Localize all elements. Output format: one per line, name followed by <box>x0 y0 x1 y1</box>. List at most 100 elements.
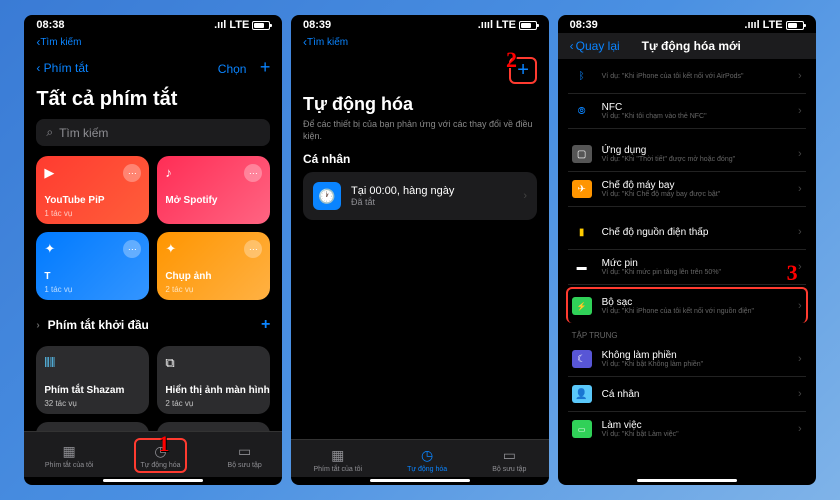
annotation-1: 1 <box>158 431 169 457</box>
page-title: Tự động hóa <box>303 94 537 115</box>
trigger-bluetooth[interactable]: ᛒ Ví dụ: "Khi iPhone của tôi kết nối với… <box>568 59 806 94</box>
status-right: .ıııl LTE <box>478 19 537 31</box>
tab-gallery[interactable]: ▭ Bộ sưu tập <box>492 446 526 473</box>
chevron-right-icon: › <box>523 190 527 202</box>
work-icon: ▭ <box>572 420 592 438</box>
tile-camera[interactable]: ✦ ⋯ Chụp ảnh 2 tác vụ <box>157 232 270 300</box>
chevron-right-icon: › <box>798 388 802 400</box>
signal-text: .ııl <box>214 19 226 31</box>
status-bar: 08:39 .ıııl LTE <box>558 15 816 33</box>
trigger-work[interactable]: ▭ Làm việcVí dụ: "Khi bật Làm việc" › <box>568 412 806 446</box>
chevron-right-icon: › <box>798 423 802 435</box>
tile-youtube-pip[interactable]: ▶ ⋯ YouTube PiP 1 tác vụ <box>36 156 149 224</box>
choose-button[interactable]: Chọn <box>218 62 247 76</box>
chevron-right-icon: › <box>798 183 802 195</box>
home-indicator[interactable] <box>637 479 737 482</box>
play-icon: ▶ <box>44 165 54 181</box>
status-right: .ıııl LTE <box>744 19 803 31</box>
grid-icon: ▦ <box>59 442 79 460</box>
battery-icon <box>786 21 804 30</box>
tile-gif[interactable]: ▭ Tạo tệp GIF <box>36 422 149 431</box>
more-icon[interactable]: ⋯ <box>244 240 262 258</box>
back-row[interactable]: ‹ Tìm kiếm <box>24 33 282 51</box>
battery-icon <box>519 21 537 30</box>
person-icon: 👤 <box>572 385 592 403</box>
chevron-right-icon: › <box>798 105 802 117</box>
more-icon[interactable]: ⋯ <box>244 164 262 182</box>
trigger-nfc[interactable]: ⦾ NFCVí dụ: "Khi tôi chạm vào thẻ NFC" › <box>568 94 806 129</box>
trigger-low-power[interactable]: ▮ Chế độ nguồn điện thấp › <box>568 215 806 250</box>
trigger-battery[interactable]: ▬ Mức pinVí dụ: "Khi mức pin tăng lên tr… <box>568 250 806 285</box>
phone-screen-2: 08:39 .ıııl LTE ‹ Tìm kiếm + Tự động hóa… <box>291 15 549 485</box>
time: 08:38 <box>36 19 64 31</box>
subtitle: Để các thiết bị của bạn phản ứng với các… <box>303 119 537 142</box>
home-indicator[interactable] <box>103 479 203 482</box>
nav-bar: ‹ Quay lại Tự động hóa mới <box>558 33 816 59</box>
automation-card[interactable]: 🕐 Tại 00:00, hàng ngày Đã tắt › <box>303 172 537 220</box>
battery-icon <box>252 21 270 30</box>
tab-automation[interactable]: ◷ Tự động hóa <box>407 446 447 473</box>
section-label: Cá nhân <box>303 152 537 166</box>
add-button[interactable]: + <box>260 57 271 77</box>
low-power-icon: ▮ <box>572 223 592 241</box>
tile-spotify[interactable]: ♪ ⋯ Mở Spotify <box>157 156 270 224</box>
screenshot-icon: ⧉ <box>165 355 174 371</box>
tile-t[interactable]: ✦ ⋯ T 1 tác vụ <box>36 232 149 300</box>
gallery-icon: ▭ <box>499 446 519 464</box>
tab-shortcuts[interactable]: ▦ Phím tắt của tôi <box>45 442 94 469</box>
chevron-right-icon: › <box>798 353 802 365</box>
more-icon[interactable]: ⋯ <box>123 164 141 182</box>
moon-icon: ☾ <box>572 350 592 368</box>
trigger-personal[interactable]: 👤 Cá nhân › <box>568 377 806 412</box>
trigger-app[interactable]: ▢ Ứng dụngVí dụ: "Khi "Thời tiết" được m… <box>568 137 806 172</box>
tile-qr[interactable]: ▦ Tạo mã QR <box>157 422 270 431</box>
status-right: .ııl LTE <box>214 19 270 31</box>
breadcrumb[interactable]: ‹ Phím tắt <box>36 61 88 75</box>
phone-screen-3: 08:39 .ıııl LTE ‹ Quay lại Tự động hóa m… <box>558 15 816 485</box>
charger-icon: ⚡ <box>572 297 592 315</box>
nfc-icon: ⦾ <box>572 102 592 120</box>
tab-shortcuts[interactable]: ▦ Phím tắt của tôi <box>313 446 362 473</box>
gallery-icon: ▭ <box>235 442 255 460</box>
chevron-right-icon: › <box>798 300 802 312</box>
tab-bar: ▦ Phím tắt của tôi ◷ Tự động hóa ▭ Bộ sư… <box>291 439 549 477</box>
section-header[interactable]: › Phím tắt khởi đầu + <box>36 310 270 340</box>
add-icon[interactable]: + <box>261 316 270 334</box>
tab-gallery[interactable]: ▭ Bộ sưu tập <box>228 442 262 469</box>
header-row: ‹ Phím tắt Chọn + <box>36 51 270 84</box>
annotation-3: 3 <box>787 260 798 286</box>
phone-screen-1: 08:38 .ııl LTE ‹ Tìm kiếm ‹ Phím tắt Chọ… <box>24 15 282 485</box>
tile-screenshot[interactable]: ⧉ Hiển thị ảnh màn hình 2 tác vụ <box>157 346 270 414</box>
bluetooth-icon: ᛒ <box>572 67 592 85</box>
search-icon: ⌕ <box>46 125 53 140</box>
back-button[interactable]: ‹ Quay lại <box>570 39 620 53</box>
header-actions: Chọn + <box>218 57 271 78</box>
battery-level-icon: ▬ <box>572 258 592 276</box>
tiles-grid: ▶ ⋯ YouTube PiP 1 tác vụ ♪ ⋯ Mở Spotify … <box>36 156 270 300</box>
tile-shazam[interactable]: ⫴⫴ Phím tắt Shazam 32 tác vụ <box>36 346 149 414</box>
sparkle-icon: ✦ <box>165 241 176 257</box>
annotation-2: 2 <box>506 47 517 73</box>
wave-icon: ⫴⫴ <box>44 355 55 371</box>
clock-icon: 🕐 <box>313 182 341 210</box>
search-input[interactable]: ⌕ Tìm kiếm <box>36 119 270 146</box>
search-placeholder: Tìm kiếm <box>59 126 108 140</box>
group-label: TẬP TRUNG <box>568 331 806 340</box>
chevron-right-icon: › <box>798 226 802 238</box>
trigger-dnd[interactable]: ☾ Không làm phiềnVí dụ: "Khi bật Không l… <box>568 342 806 377</box>
time: 08:39 <box>303 19 331 31</box>
time: 08:39 <box>570 19 598 31</box>
tiles-grid-2: ⫴⫴ Phím tắt Shazam 32 tác vụ ⧉ Hiển thị … <box>36 346 270 431</box>
status-bar: 08:38 .ııl LTE <box>24 15 282 33</box>
more-icon[interactable]: ⋯ <box>123 240 141 258</box>
page-title: Tất cả phím tắt <box>36 88 270 111</box>
chevron-right-icon: › <box>798 261 802 273</box>
trigger-airplane[interactable]: ✈ Chế độ máy bayVí dụ: "Khi Chế độ máy b… <box>568 172 806 207</box>
home-indicator[interactable] <box>370 479 470 482</box>
trigger-charger[interactable]: ⚡ Bộ sạcVí dụ: "Khi iPhone của tôi kết n… <box>566 287 808 323</box>
app-icon: ▢ <box>572 145 592 163</box>
tab-bar: ▦ Phím tắt của tôi ◷ Tự động hóa ▭ Bộ sư… <box>24 431 282 477</box>
header-row: + <box>303 51 537 90</box>
spotify-icon: ♪ <box>165 165 172 180</box>
grid-icon: ▦ <box>328 446 348 464</box>
